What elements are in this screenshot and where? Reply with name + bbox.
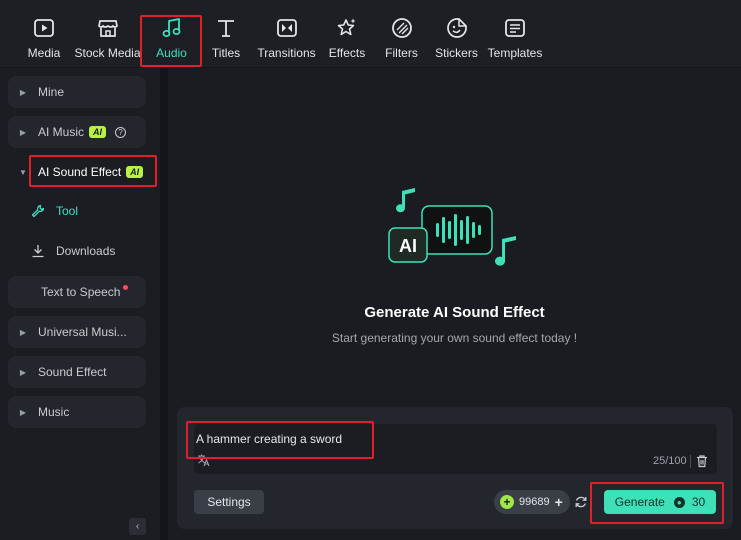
transition-icon <box>275 16 299 40</box>
store-icon <box>96 16 120 40</box>
notification-dot <box>123 284 129 290</box>
tab-stock-media[interactable]: Stock Media <box>74 16 141 66</box>
tab-filters[interactable]: Filters <box>385 16 418 66</box>
ai-badge: AI <box>89 126 107 138</box>
add-credits-icon[interactable]: + <box>555 494 563 510</box>
caret-right-icon: ▶ <box>19 367 27 377</box>
text-icon <box>214 16 238 40</box>
caret-right-icon: ▶ <box>19 127 27 137</box>
trash-icon[interactable] <box>695 454 709 468</box>
translate-icon[interactable] <box>196 453 210 467</box>
sidebar-item-universal-music[interactable]: ▶ Universal Musi... <box>8 316 146 348</box>
tab-templates[interactable]: Templates <box>488 16 542 66</box>
refresh-icon[interactable] <box>574 495 588 509</box>
prompt-panel: A hammer creating a sword 25/100 Setting… <box>177 407 733 529</box>
tab-stickers[interactable]: Stickers <box>435 16 478 66</box>
generate-cost: 30 <box>691 495 706 509</box>
sidebar-item-sound-effect[interactable]: ▶ Sound Effect <box>8 356 146 388</box>
sidebar: ▶ Mine ▶ AI Music AI ? ▼ AI Sound Effect… <box>0 68 160 540</box>
credit-coin-icon: ● <box>673 496 685 508</box>
sparkle-star-icon <box>335 16 359 40</box>
caret-down-icon: ▼ <box>19 167 27 177</box>
ai-chip-label: AI <box>399 236 417 256</box>
panel-divider <box>160 68 168 540</box>
chevron-left-icon: ‹ <box>135 521 140 532</box>
caret-right-icon: ▶ <box>19 407 27 417</box>
tab-titles[interactable]: Titles <box>212 16 240 66</box>
sidebar-item-ai-music[interactable]: ▶ AI Music AI ? <box>8 116 146 148</box>
prompt-text[interactable]: A hammer creating a sword <box>196 432 342 446</box>
ai-sound-waveform-icon: AI <box>388 188 516 266</box>
tab-audio[interactable]: Audio <box>155 16 188 66</box>
tab-media[interactable]: Media <box>27 16 61 66</box>
top-toolbar: Media Stock Media Audio Titles Transitio… <box>0 0 741 68</box>
caret-right-icon: ▶ <box>19 87 27 97</box>
sidebar-subitem-tool[interactable]: Tool <box>30 201 78 221</box>
settings-button[interactable]: Settings <box>194 490 264 514</box>
character-count: 25/100 <box>653 455 687 467</box>
sticker-icon <box>445 16 469 40</box>
ai-badge: AI <box>126 166 144 178</box>
main-panel: AI Generate AI Sound Effect Start genera… <box>168 68 741 540</box>
help-icon[interactable]: ? <box>115 126 127 138</box>
hero-title: Generate AI Sound Effect <box>364 304 545 321</box>
wrench-icon <box>30 203 46 219</box>
credits-pill[interactable]: + 99689 + <box>494 490 570 514</box>
sidebar-subitem-downloads[interactable]: Downloads <box>30 241 115 261</box>
download-icon <box>30 243 46 259</box>
music-note-icon <box>160 16 184 40</box>
tab-effects[interactable]: Effects <box>329 16 365 66</box>
generate-button[interactable]: Generate ● 30 <box>604 490 716 514</box>
sidebar-item-mine[interactable]: ▶ Mine <box>8 76 146 108</box>
sidebar-item-music[interactable]: ▶ Music <box>8 396 146 428</box>
template-icon <box>503 16 527 40</box>
credits-balance: 99689 <box>519 496 550 508</box>
count-separator <box>690 455 691 468</box>
caret-right-icon: ▶ <box>19 327 27 337</box>
media-icon <box>32 16 56 40</box>
sidebar-item-ai-sound-effect[interactable]: ▼ AI Sound Effect AI <box>8 156 146 188</box>
filter-icon <box>390 16 414 40</box>
generate-label: Generate <box>614 495 665 509</box>
sidebar-item-text-to-speech[interactable]: Text to Speech <box>8 276 146 308</box>
hero-subtitle: Start generating your own sound effect t… <box>331 331 578 345</box>
credit-coin-icon: + <box>500 495 514 509</box>
collapse-sidebar-button[interactable]: ‹ <box>129 518 146 535</box>
tab-transitions[interactable]: Transitions <box>257 16 316 66</box>
